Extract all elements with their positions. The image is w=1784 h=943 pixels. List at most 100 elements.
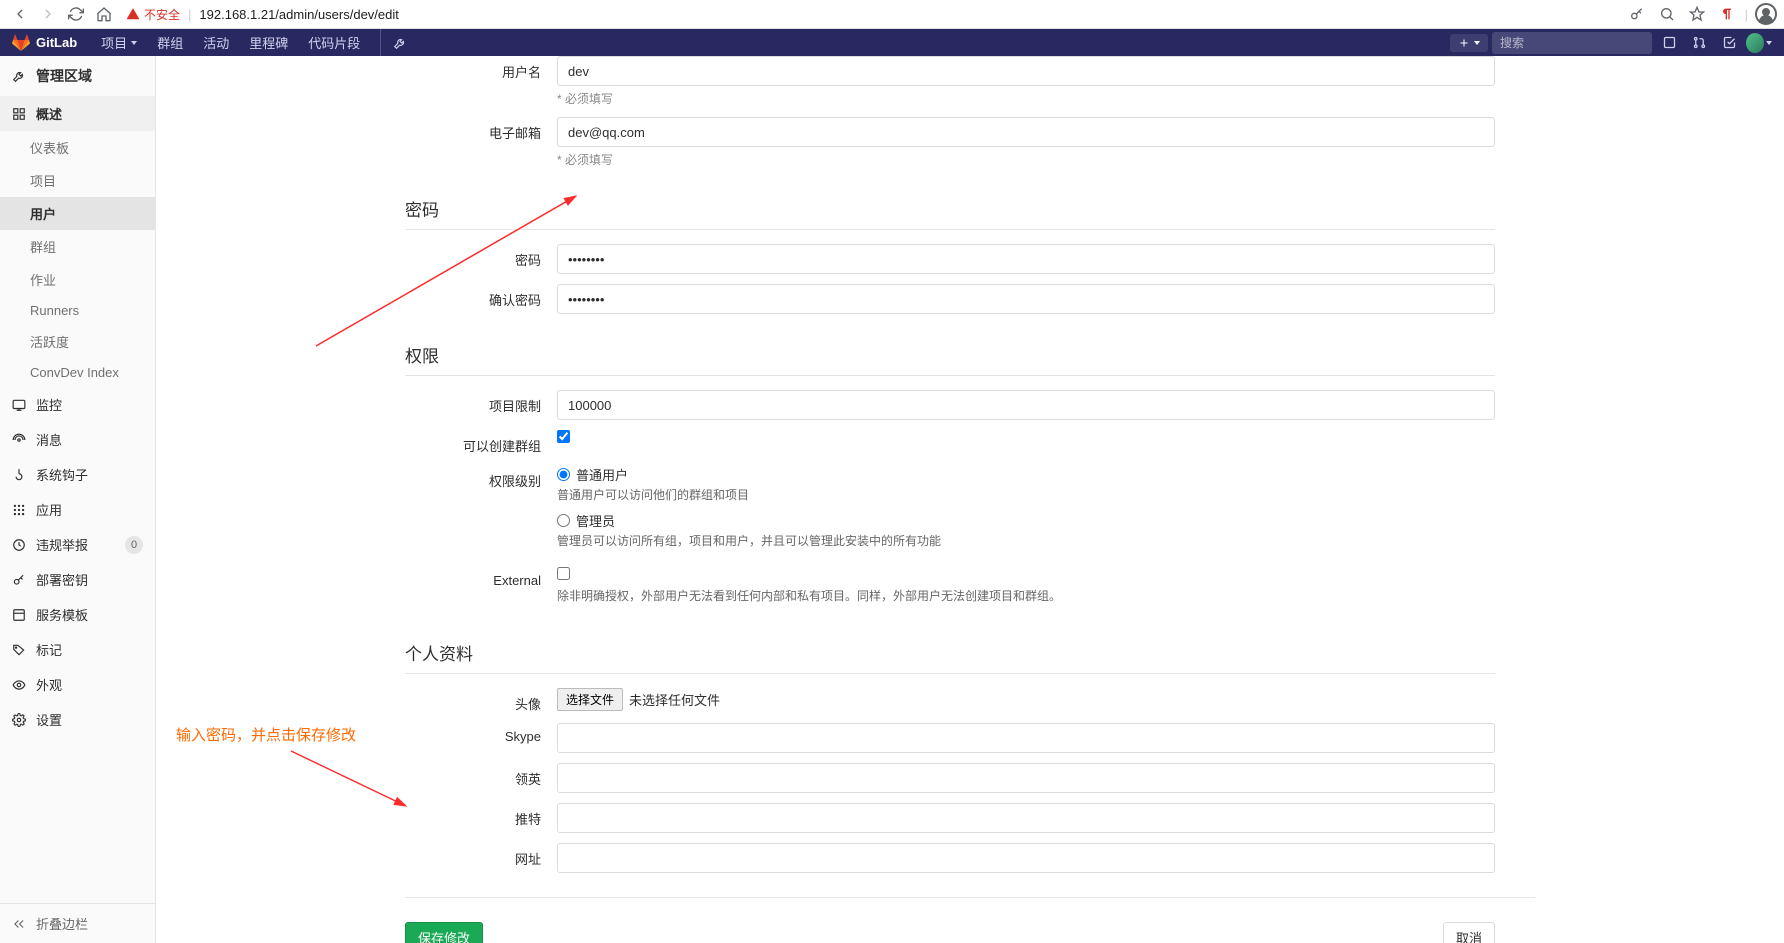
sidebar-hooks[interactable]: 系统钩子 (0, 457, 155, 492)
regular-desc: 普通用户可以访问他们的群组和项目 (557, 486, 1495, 503)
email-required: * 必须填写 (557, 151, 1495, 168)
monitor-icon (12, 398, 26, 412)
annotation-text: 输入密码，并点击保存修改 (176, 724, 356, 745)
merge-requests-icon[interactable] (1686, 30, 1712, 56)
reload-icon[interactable] (62, 0, 90, 28)
regular-radio[interactable] (557, 468, 570, 481)
website-label: 网址 (405, 843, 557, 868)
access-section-title: 权限 (405, 324, 1495, 376)
insecure-label: 不安全 (144, 6, 180, 23)
issues-icon[interactable] (1656, 30, 1682, 56)
sidebar-appearance[interactable]: 外观 (0, 667, 155, 702)
sidebar-groups[interactable]: 群组 (0, 230, 155, 263)
main-content: 用户名 * 必须填写 电子邮箱 * 必须填写 密码 密码 确认密码 (156, 56, 1784, 943)
linkedin-input[interactable] (557, 763, 1495, 793)
user-menu[interactable] (1746, 30, 1772, 56)
external-checkbox[interactable] (557, 567, 570, 580)
project-limit-input[interactable] (557, 390, 1495, 420)
sidebar-users[interactable]: 用户 (0, 197, 155, 230)
star-icon[interactable] (1685, 2, 1709, 26)
username-input[interactable] (557, 56, 1495, 86)
collapse-sidebar[interactable]: 折叠边栏 (0, 903, 155, 943)
confirm-password-label: 确认密码 (405, 284, 557, 309)
email-input[interactable] (557, 117, 1495, 147)
search-input[interactable] (1500, 36, 1655, 50)
can-create-group-checkbox[interactable] (557, 430, 570, 443)
nav-milestones[interactable]: 里程碑 (241, 29, 296, 56)
external-label: External (405, 567, 557, 588)
sidebar-title: 管理区域 (0, 56, 155, 96)
email-label: 电子邮箱 (405, 117, 557, 142)
key-icon[interactable] (1625, 2, 1649, 26)
nav-activity[interactable]: 活动 (195, 29, 237, 56)
apps-icon (12, 503, 26, 517)
key-icon (12, 573, 26, 587)
search-box[interactable] (1492, 32, 1652, 54)
password-label: 密码 (405, 244, 557, 269)
gitlab-header: GitLab 项目 群组 活动 里程碑 代码片段 (0, 29, 1784, 56)
external-desc: 除非明确授权，外部用户无法看到任何内部和私有项目。同样，外部用户无法创建项目和群… (557, 587, 1495, 604)
grid-icon (12, 107, 26, 121)
sidebar-messages[interactable]: 消息 (0, 422, 155, 457)
regular-label: 普通用户 (576, 465, 628, 484)
cancel-button[interactable]: 取消 (1443, 922, 1495, 943)
new-dropdown[interactable] (1450, 34, 1488, 52)
choose-file-button[interactable]: 选择文件 (557, 688, 623, 711)
admin-sidebar: 管理区域 概述 仪表板 项目 用户 群组 作业 Runners 活跃度 Conv… (0, 56, 156, 943)
hook-icon (12, 468, 26, 482)
nav-projects[interactable]: 项目 (93, 29, 145, 56)
todos-icon[interactable] (1716, 30, 1742, 56)
sidebar-abuse[interactable]: 违规举报0 (0, 527, 155, 562)
wrench-icon (12, 69, 26, 83)
admin-radio[interactable] (557, 514, 570, 527)
sidebar-projects[interactable]: 项目 (0, 164, 155, 197)
confirm-password-input[interactable] (557, 284, 1495, 314)
access-level-label: 权限级别 (405, 465, 557, 490)
forward-icon[interactable] (34, 0, 62, 28)
back-icon[interactable] (6, 0, 34, 28)
sidebar-apps[interactable]: 应用 (0, 492, 155, 527)
sidebar-convdev[interactable]: ConvDev Index (0, 358, 155, 387)
no-file-text: 未选择任何文件 (629, 690, 720, 709)
broadcast-icon (12, 433, 26, 447)
sidebar-labels[interactable]: 标记 (0, 632, 155, 667)
username-label: 用户名 (405, 56, 557, 81)
eye-icon (12, 678, 26, 692)
clock-icon (12, 538, 26, 552)
sidebar-overview[interactable]: 概述 (0, 96, 155, 131)
paragraph-icon[interactable] (1715, 2, 1739, 26)
admin-desc: 管理员可以访问所有组，项目和用户，并且可以管理此安装中的所有功能 (557, 532, 1495, 549)
sidebar-settings[interactable]: 设置 (0, 702, 155, 737)
sidebar-jobs[interactable]: 作业 (0, 263, 155, 296)
nav-groups[interactable]: 群组 (149, 29, 191, 56)
url-bar[interactable]: 192.168.1.21/admin/users/dev/edit (199, 7, 1624, 22)
template-icon (12, 608, 26, 622)
sidebar-svc-templates[interactable]: 服务模板 (0, 597, 155, 632)
nav-snippets[interactable]: 代码片段 (300, 29, 368, 56)
sidebar-activity[interactable]: 活跃度 (0, 325, 155, 358)
zoom-icon[interactable] (1655, 2, 1679, 26)
username-required: * 必须填写 (557, 90, 1495, 107)
sidebar-monitoring[interactable]: 监控 (0, 387, 155, 422)
tag-icon (12, 643, 26, 657)
password-section-title: 密码 (405, 178, 1495, 230)
admin-label: 管理员 (576, 511, 615, 530)
project-limit-label: 项目限制 (405, 390, 557, 415)
home-icon[interactable] (90, 0, 118, 28)
skype-input[interactable] (557, 723, 1495, 753)
twitter-input[interactable] (557, 803, 1495, 833)
sidebar-deploy-keys[interactable]: 部署密钥 (0, 562, 155, 597)
browser-toolbar: 不安全 | 192.168.1.21/admin/users/dev/edit … (0, 0, 1784, 29)
admin-wrench-icon[interactable] (380, 29, 415, 56)
collapse-icon (12, 917, 26, 931)
password-input[interactable] (557, 244, 1495, 274)
sidebar-dashboard[interactable]: 仪表板 (0, 131, 155, 164)
website-input[interactable] (557, 843, 1495, 873)
skype-label: Skype (405, 723, 557, 744)
gitlab-logo[interactable]: GitLab (12, 34, 77, 52)
profile-icon[interactable] (1754, 2, 1778, 26)
save-button[interactable]: 保存修改 (405, 922, 483, 943)
avatar-label: 头像 (405, 688, 557, 713)
brand-text: GitLab (36, 35, 77, 50)
sidebar-runners[interactable]: Runners (0, 296, 155, 325)
